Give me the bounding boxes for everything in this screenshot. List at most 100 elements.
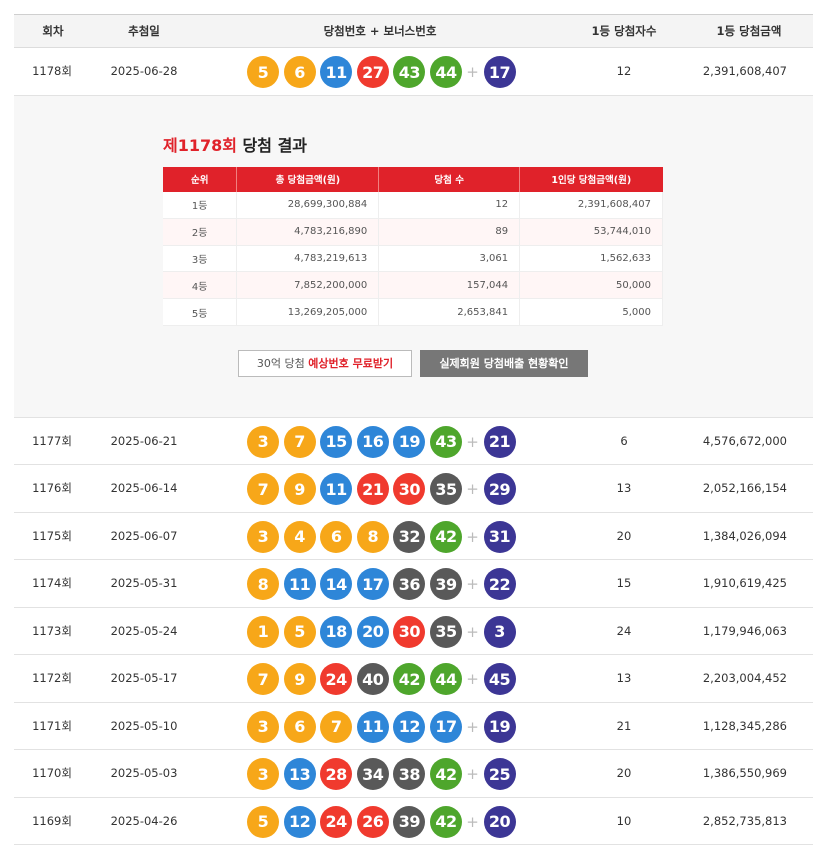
number-ball: 8: [247, 568, 279, 600]
number-ball: 32: [393, 520, 426, 553]
prize-total: 13,269,205,000: [236, 298, 380, 326]
draw-row[interactable]: 1178회 2025-06-28 5 6 11 27 43 44 +17 12 2,391,…: [14, 48, 813, 96]
number-ball: 40: [356, 663, 389, 695]
draw-row[interactable]: 1172회 2025-05-17 7 9 24 40 42 44 +45 13 2,203,…: [14, 655, 813, 703]
prize-row: 3등 4,783,219,613 3,061 1,562,633: [163, 245, 663, 273]
first-prize-amount: 2,391,608,407: [702, 64, 787, 78]
number-ball: 6: [283, 56, 316, 88]
prize-count: 3,061: [378, 245, 521, 273]
draw-row[interactable]: 1177회 2025-06-21 3 7 15 16 19 43 +21 6 4,576,6…: [14, 418, 813, 465]
winning-numbers: 5 12 24 26 39 42 +20: [247, 805, 520, 838]
draw-round: 1171회: [32, 718, 72, 733]
plus-sign: +: [466, 432, 479, 451]
bonus-ball: 22: [483, 568, 516, 600]
header-round: 회차: [42, 24, 64, 38]
number-ball: 5: [283, 615, 316, 648]
number-ball: 20: [356, 615, 389, 648]
prize-total: 4,783,216,890: [236, 218, 380, 246]
detail-title: 제1178회 당첨 결과: [163, 132, 307, 156]
number-ball: 6: [283, 710, 316, 743]
col-each: 1인당 당첨금액(원): [519, 166, 663, 192]
number-ball: 7: [320, 710, 353, 743]
number-ball: 7: [247, 663, 279, 695]
prize-rank: 5등: [163, 298, 238, 326]
prize-table: 순위 총 당첨금액(원) 당첨 수 1인당 당첨금액(원) 1등 28,699,3…: [163, 166, 663, 326]
free-prediction-prefix: 30억 당첨: [256, 356, 309, 370]
first-prize-winners: 15: [616, 576, 632, 590]
number-ball: 27: [356, 56, 389, 88]
first-prize-amount: 1,384,026,094: [702, 528, 787, 543]
number-ball: 16: [356, 425, 389, 458]
draw-row[interactable]: 1173회 2025-05-24 1 5 18 20 30 35 +3 24 1,179,9…: [14, 608, 813, 655]
first-prize-amount: 1,910,619,425: [702, 576, 787, 590]
member-winners-button[interactable]: 실제회원 당첨배출 현황확인: [420, 349, 588, 377]
prize-count: 2,653,841: [378, 298, 521, 326]
free-prediction-button[interactable]: 30억 당첨 예상번호 무료받기: [238, 349, 412, 377]
draw-row[interactable]: 1169회 2025-04-26 5 12 24 26 39 42 +20 10 2,852…: [14, 798, 813, 845]
draw-row[interactable]: 1175회 2025-06-07 3 4 6 8 32 42 +31 20 1,384,02…: [14, 513, 813, 560]
draw-row[interactable]: 1174회 2025-05-31 8 11 14 17 36 39 +22 15 1,910…: [14, 560, 813, 608]
number-ball: 39: [393, 805, 426, 838]
draw-date: 2025-06-21: [110, 433, 178, 448]
prize-rank: 4등: [163, 271, 238, 300]
number-ball: 17: [356, 568, 389, 600]
draw-round: 1169회: [32, 813, 72, 828]
prize-row: 1등 28,699,300,884 12 2,391,608,407: [163, 191, 663, 219]
number-ball: 7: [247, 473, 279, 505]
number-ball: 4: [283, 520, 316, 553]
draw-round: 1174회: [32, 576, 72, 590]
draw-detail-panel: 제1178회 당첨 결과 순위 총 당첨금액(원) 당첨 수 1인당 당첨금액(…: [14, 95, 813, 418]
lotto-results-table: 회차 추첨일 당첨번호 + 보너스번호 1등 당첨자수 1등 당첨금액 1178…: [14, 14, 813, 845]
prize-each: 53,744,010: [519, 218, 663, 246]
draw-row[interactable]: 1170회 2025-05-03 3 13 28 34 38 42 +25 20 1,386…: [14, 750, 813, 798]
number-ball: 35: [429, 473, 462, 505]
number-ball: 1: [247, 615, 279, 648]
plus-sign: +: [466, 717, 479, 736]
draw-round: 1170회: [32, 766, 72, 780]
number-ball: 15: [320, 425, 353, 458]
number-ball: 30: [393, 473, 426, 505]
winning-numbers: 7 9 24 40 42 44 +45: [247, 663, 520, 695]
draw-date: 2025-05-17: [110, 671, 178, 685]
draw-date: 2025-06-07: [110, 528, 178, 543]
plus-sign: +: [466, 670, 479, 688]
detail-title-text: 당첨 결과: [236, 135, 308, 155]
first-prize-amount: 1,128,345,286: [702, 718, 787, 733]
number-ball: 42: [429, 758, 462, 790]
number-ball: 24: [320, 805, 353, 838]
col-total: 총 당첨금액(원): [236, 166, 380, 192]
draw-round: 1178회: [32, 64, 72, 78]
number-ball: 18: [320, 615, 353, 648]
draw-round: 1176회: [32, 481, 72, 495]
winning-numbers: 3 6 7 11 12 17 +19: [247, 710, 520, 743]
number-ball: 11: [283, 568, 316, 600]
first-prize-amount: 2,203,004,452: [702, 671, 787, 685]
first-prize-winners: 20: [616, 766, 632, 780]
number-ball: 38: [393, 758, 426, 790]
first-prize-winners: 13: [616, 671, 632, 685]
bonus-ball: 29: [483, 473, 516, 505]
number-ball: 39: [429, 568, 462, 600]
draw-round: 1173회: [32, 623, 72, 638]
prize-row: 5등 13,269,205,000 2,653,841 5,000: [163, 298, 663, 326]
first-prize-amount: 2,852,735,813: [702, 813, 787, 828]
draw-list: 1178회 2025-06-28 5 6 11 27 43 44 +17 12 2,391,…: [14, 48, 813, 845]
number-ball: 44: [429, 56, 462, 88]
bonus-ball: 3: [483, 615, 516, 648]
free-prediction-highlight: 예상번호 무료받기: [308, 356, 394, 370]
number-ball: 3: [247, 520, 279, 553]
draw-round: 1172회: [32, 671, 72, 685]
bonus-ball: 19: [483, 710, 516, 743]
number-ball: 11: [356, 710, 389, 743]
draw-row[interactable]: 1176회 2025-06-14 7 9 11 21 30 35 +29 13 2,052,…: [14, 465, 813, 513]
number-ball: 6: [320, 520, 353, 553]
plus-sign: +: [466, 527, 479, 546]
winning-numbers: 3 13 28 34 38 42 +25: [247, 758, 520, 790]
winning-numbers: 3 7 15 16 19 43 +21: [247, 425, 520, 458]
number-ball: 8: [356, 520, 389, 553]
plus-sign: +: [466, 812, 479, 831]
header-winners: 1등 당첨자수: [591, 24, 657, 38]
header-date: 추첨일: [128, 24, 160, 38]
header-amount: 1등 당첨금액: [716, 24, 782, 38]
draw-row[interactable]: 1171회 2025-05-10 3 6 7 11 12 17 +19 21 1,128,3…: [14, 703, 813, 750]
